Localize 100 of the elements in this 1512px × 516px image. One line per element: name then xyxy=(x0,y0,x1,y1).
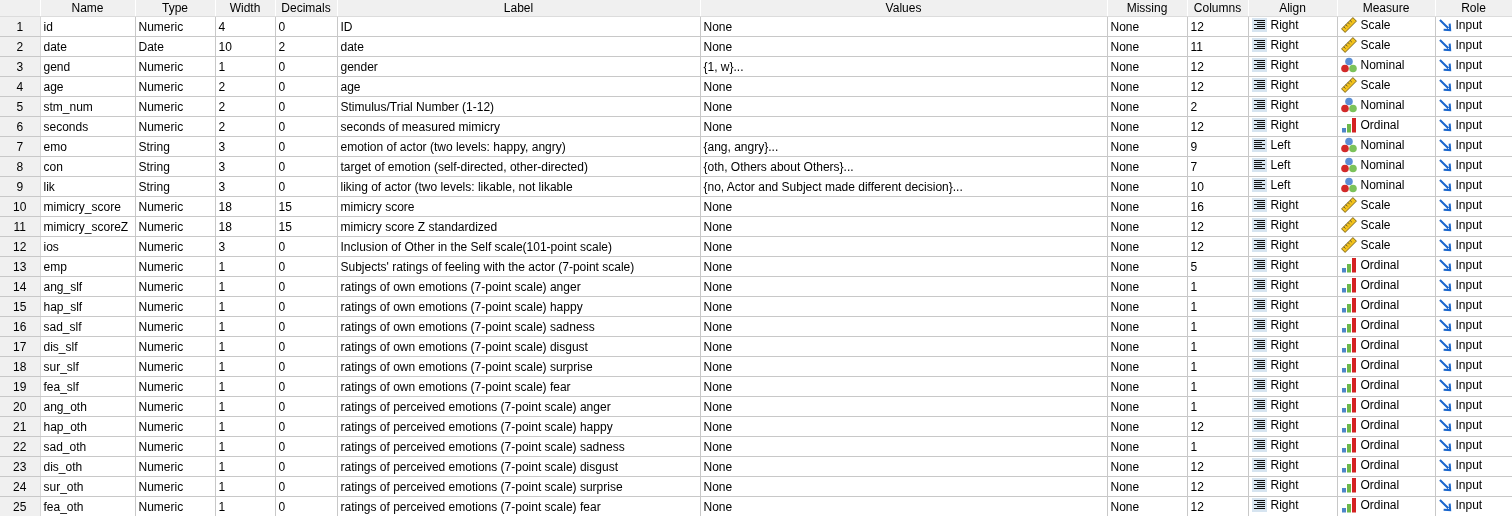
table-cell: 7 xyxy=(1187,156,1248,177)
table-cell: 0 xyxy=(275,76,337,97)
table-cell: None xyxy=(1107,396,1187,417)
table-cell: Ordinal xyxy=(1360,278,1400,292)
row-number[interactable]: 22 xyxy=(0,436,40,457)
row-number[interactable]: 10 xyxy=(0,196,40,217)
row-number[interactable]: 9 xyxy=(0,176,40,197)
column-header[interactable]: Align xyxy=(1248,0,1337,17)
table-cell: Numeric xyxy=(135,456,215,477)
row-number[interactable]: 20 xyxy=(0,396,40,417)
table-cell: Numeric xyxy=(135,96,215,117)
table-cell: ratings of own emotions (7-point scale) happy xyxy=(337,296,700,317)
table-cell: mimicry score xyxy=(337,196,700,217)
row-number[interactable]: 25 xyxy=(0,496,40,516)
align-icon xyxy=(1251,498,1267,512)
column-header[interactable]: Role xyxy=(1435,0,1512,17)
column-header[interactable]: Name xyxy=(40,0,135,17)
table-cell: Right xyxy=(1270,318,1299,332)
table-cell: ratings of perceived emotions (7-point scale) sadness xyxy=(337,436,700,457)
row-number[interactable]: 2 xyxy=(0,36,40,57)
column-header[interactable]: Label xyxy=(337,0,700,17)
table-cell: 12 xyxy=(1187,496,1248,516)
row-number[interactable]: 7 xyxy=(0,136,40,157)
row-number[interactable]: 8 xyxy=(0,156,40,177)
row-number[interactable]: 24 xyxy=(0,476,40,497)
table-cell: None xyxy=(700,36,1107,57)
circles-icon xyxy=(1340,97,1357,113)
bar-chart-icon xyxy=(1340,417,1357,433)
table-cell: 2 xyxy=(275,36,337,57)
row-number[interactable]: 21 xyxy=(0,416,40,437)
table-cell: Numeric xyxy=(135,16,215,37)
table-cell: Input xyxy=(1455,98,1483,113)
table-cell: 1 xyxy=(1187,436,1248,457)
row-number[interactable]: 6 xyxy=(0,116,40,137)
table-cell: None xyxy=(1107,16,1187,37)
bar-chart-icon xyxy=(1340,497,1357,513)
table-cell: 1 xyxy=(215,496,275,516)
table-cell: 3 xyxy=(215,136,275,157)
table-cell: 12 xyxy=(1187,76,1248,97)
align-icon xyxy=(1251,258,1267,272)
table-cell: Numeric xyxy=(135,76,215,97)
ruler-icon xyxy=(1340,37,1357,53)
table-cell: 0 xyxy=(275,356,337,377)
table-cell: Nominal xyxy=(1360,58,1405,72)
row-number[interactable]: 3 xyxy=(0,56,40,77)
table-cell: Numeric xyxy=(135,356,215,377)
row-number[interactable]: 18 xyxy=(0,356,40,377)
table-cell: Numeric xyxy=(135,396,215,417)
table-cell: None xyxy=(700,76,1107,97)
table-cell: Right xyxy=(1270,358,1299,372)
table-cell: 0 xyxy=(275,456,337,477)
arrow-icon xyxy=(1438,138,1452,152)
table-cell: Input xyxy=(1455,18,1483,33)
table-cell: 0 xyxy=(275,96,337,117)
row-number[interactable]: 13 xyxy=(0,256,40,277)
table-cell: 15 xyxy=(275,196,337,217)
row-number[interactable]: 11 xyxy=(0,216,40,237)
table-cell: 12 xyxy=(1187,476,1248,497)
table-cell: 1 xyxy=(215,436,275,457)
row-number[interactable]: 12 xyxy=(0,236,40,257)
row-number[interactable]: 17 xyxy=(0,336,40,357)
table-cell: 1 xyxy=(215,476,275,497)
align-icon xyxy=(1251,18,1267,32)
row-number[interactable]: 19 xyxy=(0,376,40,397)
table-cell: 1 xyxy=(215,256,275,277)
table-cell: 2 xyxy=(215,96,275,117)
row-number[interactable]: 5 xyxy=(0,96,40,117)
bar-chart-icon xyxy=(1340,257,1357,273)
table-cell: Numeric xyxy=(135,196,215,217)
table-cell: None xyxy=(1107,136,1187,157)
column-header[interactable]: Measure xyxy=(1337,0,1435,17)
table-cell: None xyxy=(1107,216,1187,237)
row-number[interactable]: 4 xyxy=(0,76,40,97)
row-number[interactable]: 15 xyxy=(0,296,40,317)
arrow-icon xyxy=(1438,178,1452,192)
table-cell: gend xyxy=(40,56,135,77)
row-number[interactable]: 14 xyxy=(0,276,40,297)
table-cell: 1 xyxy=(215,356,275,377)
table-cell: Numeric xyxy=(135,436,215,457)
table-cell: Input xyxy=(1455,478,1483,493)
table-cell: Numeric xyxy=(135,496,215,516)
table-cell: 10 xyxy=(1187,176,1248,197)
table-cell: Right xyxy=(1270,298,1299,312)
table-cell: 1 xyxy=(215,456,275,477)
row-number[interactable]: 23 xyxy=(0,456,40,477)
row-number[interactable]: 16 xyxy=(0,316,40,337)
table-cell: hap_slf xyxy=(40,296,135,317)
column-header[interactable]: Values xyxy=(700,0,1107,17)
arrow-icon xyxy=(1438,98,1452,112)
table-cell: None xyxy=(1107,56,1187,77)
table-cell: Numeric xyxy=(135,236,215,257)
column-header[interactable]: Decimals xyxy=(275,0,337,17)
table-cell: 0 xyxy=(275,256,337,277)
table-cell: stm_num xyxy=(40,96,135,117)
column-header[interactable]: Width xyxy=(215,0,275,17)
arrow-icon xyxy=(1438,278,1452,292)
column-header[interactable]: Columns xyxy=(1187,0,1248,17)
column-header[interactable]: Type xyxy=(135,0,215,17)
row-number[interactable]: 1 xyxy=(0,16,40,37)
column-header[interactable]: Missing xyxy=(1107,0,1187,17)
